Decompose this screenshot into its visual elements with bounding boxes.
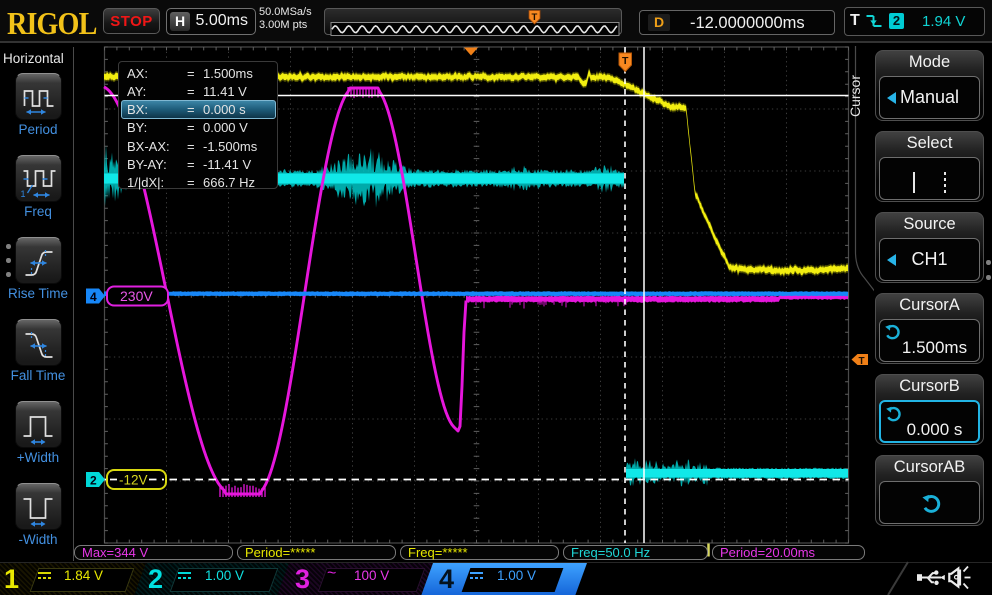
- svg-text:T: T: [859, 356, 865, 367]
- svg-text:T: T: [622, 55, 629, 67]
- svg-text:T: T: [532, 12, 538, 23]
- svg-text:-12V: -12V: [119, 473, 148, 488]
- svg-text:230V: 230V: [120, 288, 153, 304]
- svg-text:1: 1: [21, 189, 26, 199]
